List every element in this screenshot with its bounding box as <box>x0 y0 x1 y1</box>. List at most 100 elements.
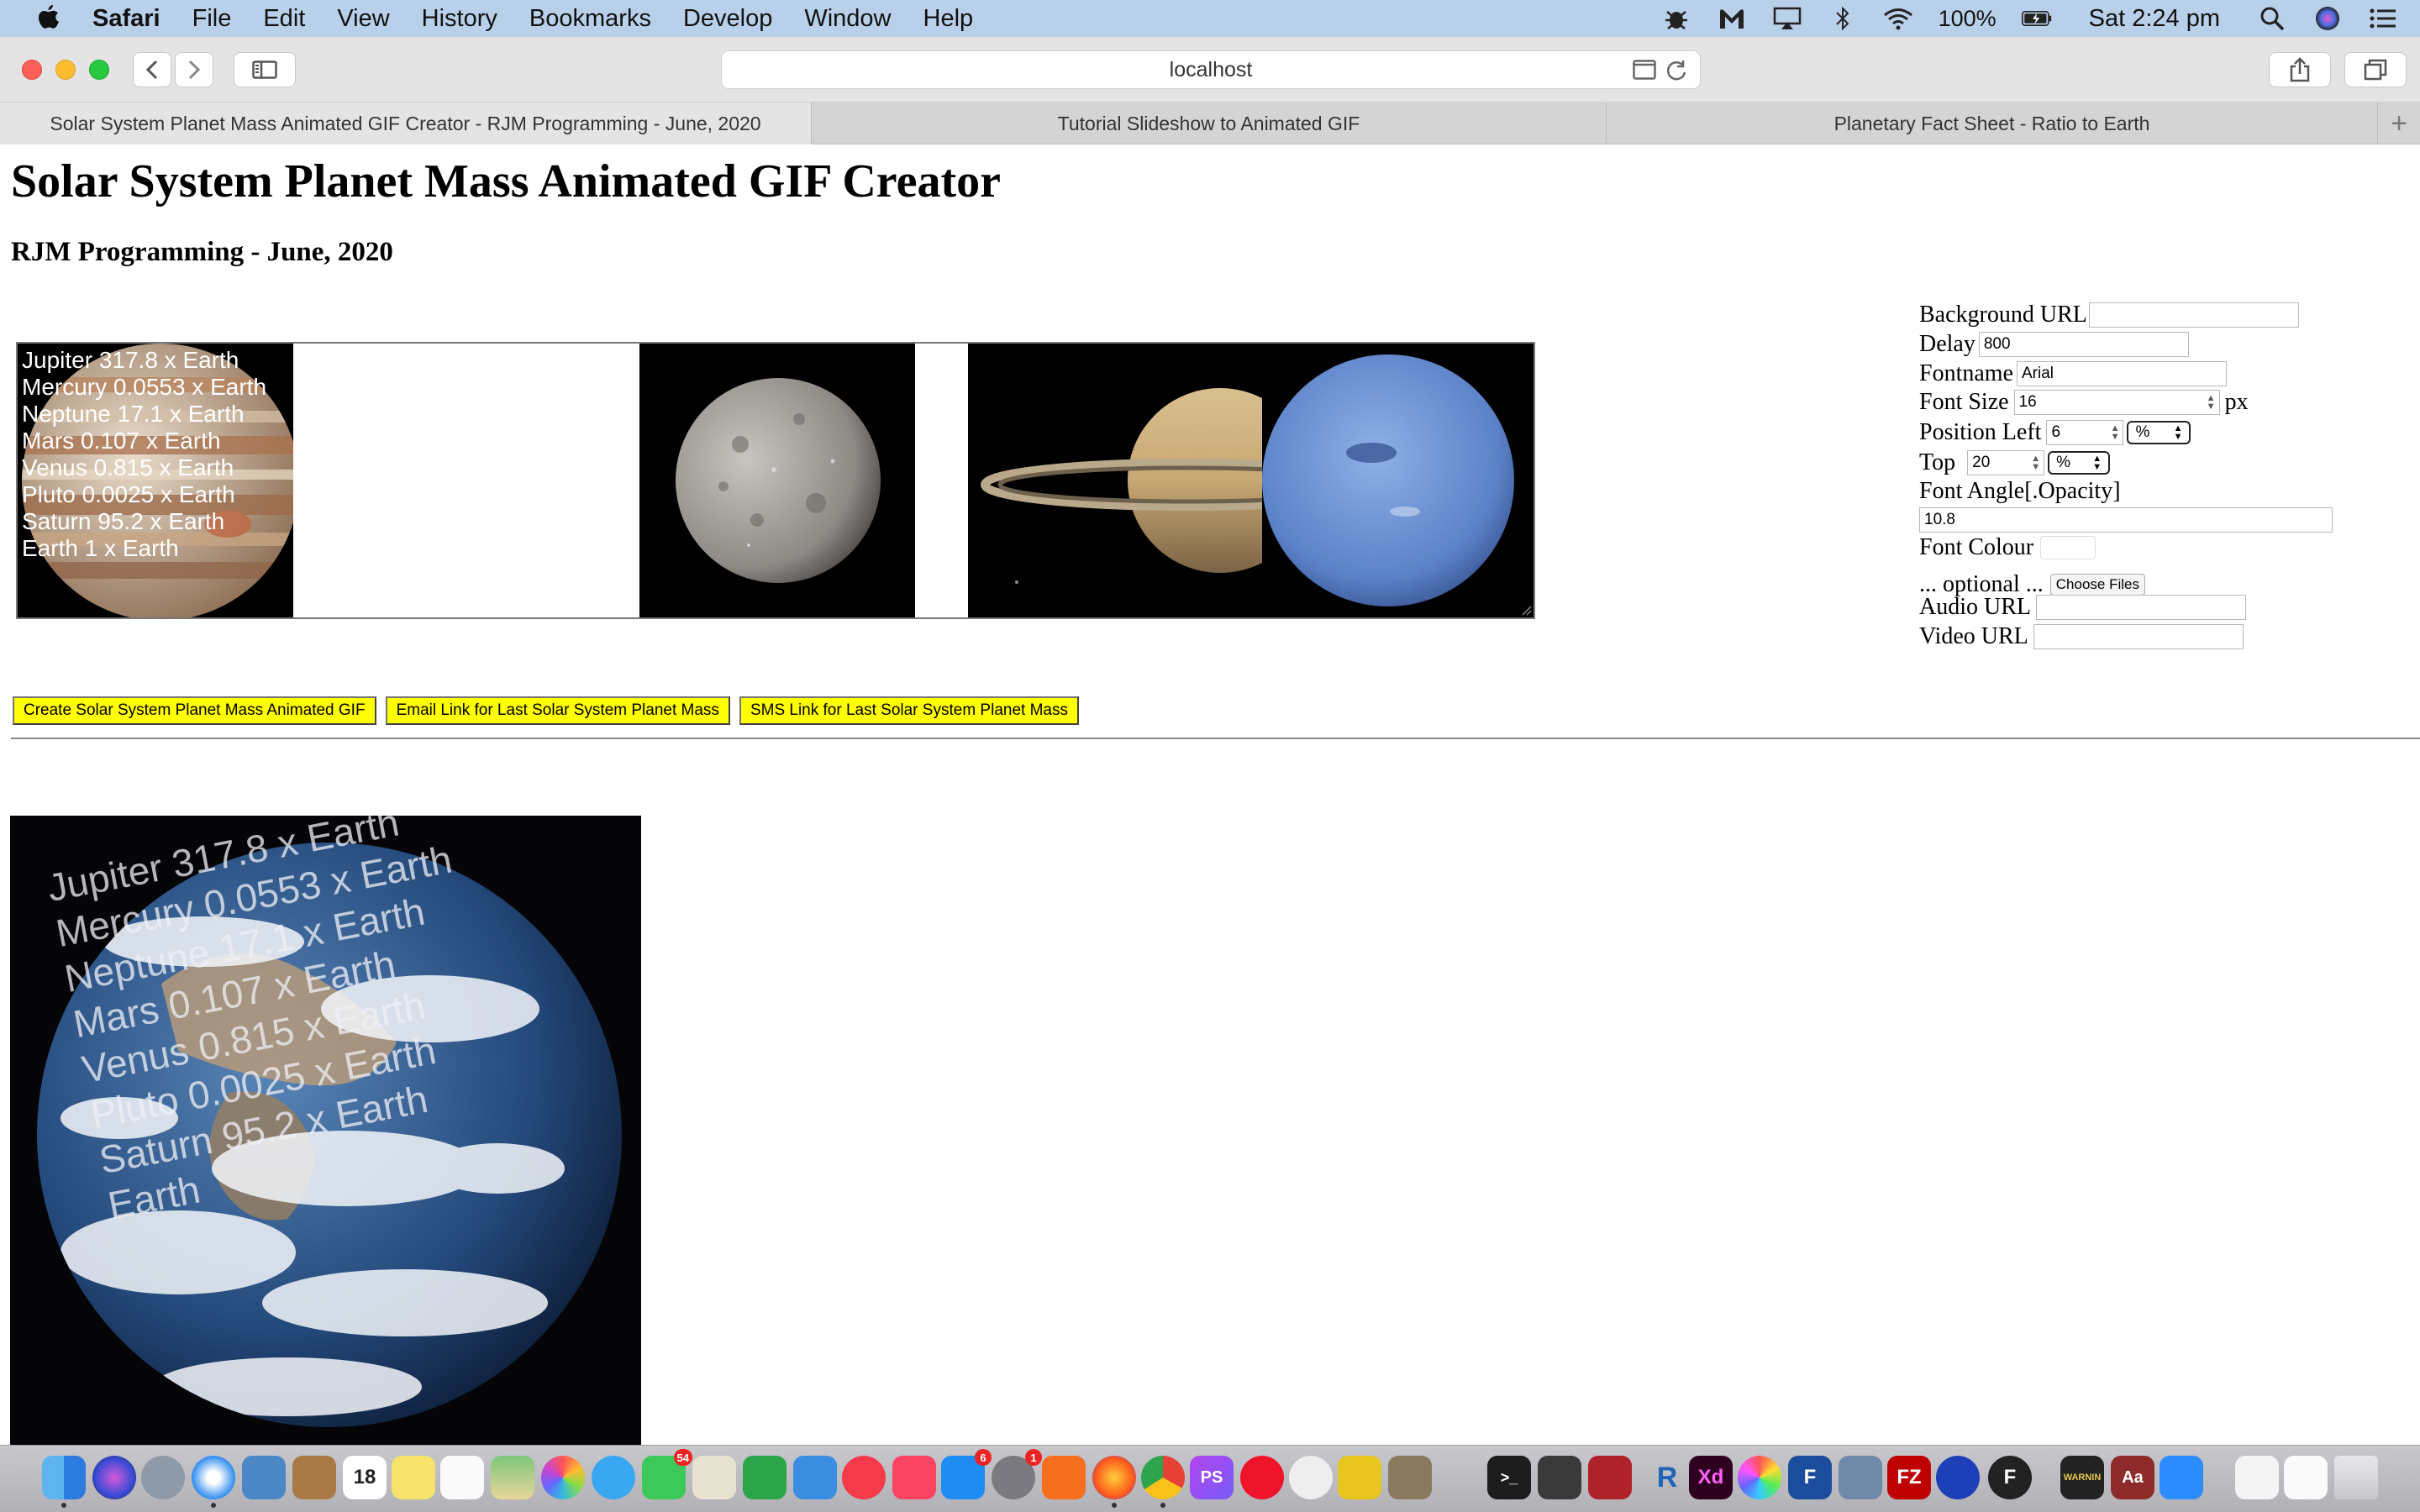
reader-icon[interactable] <box>1633 60 1656 80</box>
finder-icon[interactable] <box>42 1456 86 1508</box>
preview-icon[interactable] <box>242 1456 286 1499</box>
numbers-icon[interactable] <box>743 1456 786 1499</box>
dictionary-icon[interactable]: Aa <box>2111 1456 2154 1499</box>
tab-planet-mass-creator[interactable]: Solar System Planet Mass Animated GIF Cr… <box>0 102 812 144</box>
console-icon[interactable]: WARNIN <box>2060 1456 2104 1499</box>
new-tab-button[interactable]: + <box>2378 102 2420 144</box>
position-left-input[interactable]: 6 ▲ ▼ <box>2046 420 2124 445</box>
address-bar[interactable]: localhost <box>721 50 1701 89</box>
launchpad-icon[interactable] <box>141 1456 185 1499</box>
list-icon[interactable] <box>2368 6 2398 31</box>
reminders-icon[interactable] <box>440 1456 484 1499</box>
filezilla-icon[interactable]: FZ <box>1887 1456 1931 1499</box>
music-icon[interactable] <box>892 1456 936 1499</box>
menu-app-safari[interactable]: Safari <box>92 5 160 33</box>
menu-develop[interactable]: Develop <box>683 5 772 33</box>
minimize-window-button[interactable] <box>55 60 76 80</box>
notes-icon[interactable] <box>292 1456 336 1499</box>
photos-icon[interactable] <box>541 1456 585 1499</box>
firefox-icon[interactable] <box>1092 1456 1136 1508</box>
webex-icon[interactable] <box>1338 1456 1381 1499</box>
menu-history[interactable]: History <box>422 5 497 33</box>
back-button[interactable] <box>133 52 171 87</box>
inkscape-icon[interactable] <box>1538 1456 1581 1499</box>
siri-icon[interactable] <box>2312 6 2343 31</box>
appstore-icon[interactable]: 6 <box>941 1449 992 1499</box>
opera-icon[interactable] <box>1240 1456 1284 1499</box>
email-link-button[interactable]: Email Link for Last Solar System Planet … <box>385 696 730 725</box>
show-tabs-button[interactable] <box>2344 52 2407 87</box>
stepper-icon[interactable]: ▲ ▼ <box>2111 424 2120 442</box>
audacity-icon[interactable] <box>1936 1456 1980 1499</box>
apple-menu-icon[interactable] <box>34 3 64 34</box>
menu-edit[interactable]: Edit <box>263 5 305 33</box>
position-left-unit-select[interactable]: % ▲ ▼ <box>2127 421 2191 444</box>
forward-button[interactable] <box>175 52 213 87</box>
font-size-input[interactable]: 16 ▲ ▼ <box>2013 390 2220 415</box>
menu-clock[interactable]: Sat 2:24 pm <box>2089 5 2220 33</box>
opera-doc-icon[interactable] <box>2284 1456 2328 1499</box>
create-gif-button[interactable]: Create Solar System Planet Mass Animated… <box>13 696 376 725</box>
chrome-icon[interactable] <box>1141 1456 1185 1508</box>
menu-help[interactable]: Help <box>923 5 974 33</box>
malwarebytes-icon[interactable] <box>1717 6 1747 31</box>
avast-icon[interactable] <box>1042 1456 1086 1499</box>
sms-link-button[interactable]: SMS Link for Last Solar System Planet Ma… <box>739 696 1079 725</box>
fcode-icon[interactable]: F <box>1988 1456 2032 1499</box>
spotlight-search-icon[interactable] <box>2257 6 2287 31</box>
airplay-icon[interactable] <box>1772 6 1802 31</box>
terminal-icon[interactable]: >_ <box>1487 1456 1531 1499</box>
safari-icon[interactable] <box>192 1456 235 1508</box>
background-url-input[interactable] <box>2088 302 2299 328</box>
stepper-icon[interactable]: ▲ ▼ <box>2207 394 2216 412</box>
planet-preview-textarea[interactable]: Jupiter 317.8 x Earth Mercury 0.0553 x E… <box>16 342 1535 619</box>
stickies-icon[interactable] <box>392 1456 435 1499</box>
delay-input[interactable]: 800 <box>1978 332 2189 357</box>
stepper-icon[interactable]: ▲ ▼ <box>2031 454 2040 472</box>
bug-icon[interactable] <box>1661 6 1691 31</box>
document-icon[interactable] <box>2235 1456 2279 1499</box>
menu-bookmarks[interactable]: Bookmarks <box>529 5 651 33</box>
zoom-icon[interactable] <box>2160 1456 2203 1499</box>
r-icon[interactable]: R <box>1645 1456 1689 1499</box>
zoom-window-button[interactable] <box>89 60 109 80</box>
phpstorm-icon[interactable]: PS <box>1190 1456 1234 1499</box>
resize-grip-icon[interactable] <box>1520 604 1532 616</box>
siri-icon[interactable] <box>92 1456 136 1499</box>
xd-icon[interactable]: Xd <box>1689 1456 1733 1499</box>
menu-file[interactable]: File <box>192 5 232 33</box>
sidebar-toggle-button[interactable] <box>234 52 296 87</box>
photobooth-icon[interactable] <box>1588 1456 1632 1499</box>
share-button[interactable] <box>2269 52 2331 87</box>
close-window-button[interactable] <box>22 60 42 80</box>
fontname-input[interactable]: Arial <box>2017 361 2227 386</box>
keynote-icon[interactable] <box>793 1456 837 1499</box>
news-icon[interactable] <box>842 1456 886 1499</box>
calendar-icon[interactable]: 18 <box>343 1456 387 1499</box>
reload-icon[interactable] <box>1665 59 1688 82</box>
screenshot-icon[interactable] <box>1839 1456 1882 1499</box>
audio-url-input[interactable] <box>2036 595 2246 620</box>
trash-icon[interactable] <box>2334 1456 2378 1499</box>
font-colour-picker[interactable] <box>2040 536 2096 559</box>
gimp-icon[interactable] <box>1388 1456 1432 1499</box>
wifi-icon[interactable] <box>1883 6 1913 31</box>
font-angle-input[interactable]: 10.8 <box>1919 507 2333 533</box>
maps-icon[interactable] <box>491 1456 534 1499</box>
top-unit-select[interactable]: % ▲ ▼ <box>2048 451 2111 475</box>
fontforge-icon[interactable]: F <box>1788 1456 1832 1499</box>
battery-icon[interactable] <box>2021 6 2052 31</box>
tab-tutorial-slideshow[interactable]: Tutorial Slideshow to Animated GIF <box>812 102 1607 144</box>
menu-window[interactable]: Window <box>804 5 891 33</box>
android-icon[interactable] <box>1289 1456 1333 1499</box>
preferences-icon[interactable]: 1 <box>992 1449 1042 1499</box>
colorsync-icon[interactable] <box>1738 1456 1781 1499</box>
video-url-input[interactable] <box>2033 624 2244 649</box>
bluetooth-icon[interactable] <box>1828 6 1858 31</box>
tab-planetary-fact-sheet[interactable]: Planetary Fact Sheet - Ratio to Earth <box>1607 102 2378 144</box>
top-input[interactable]: 20 ▲ ▼ <box>1967 450 2045 475</box>
messages-icon[interactable] <box>592 1456 635 1499</box>
textedit-icon[interactable] <box>692 1456 736 1499</box>
facetime-icon[interactable]: 54 <box>642 1449 692 1499</box>
menu-view[interactable]: View <box>337 5 389 33</box>
